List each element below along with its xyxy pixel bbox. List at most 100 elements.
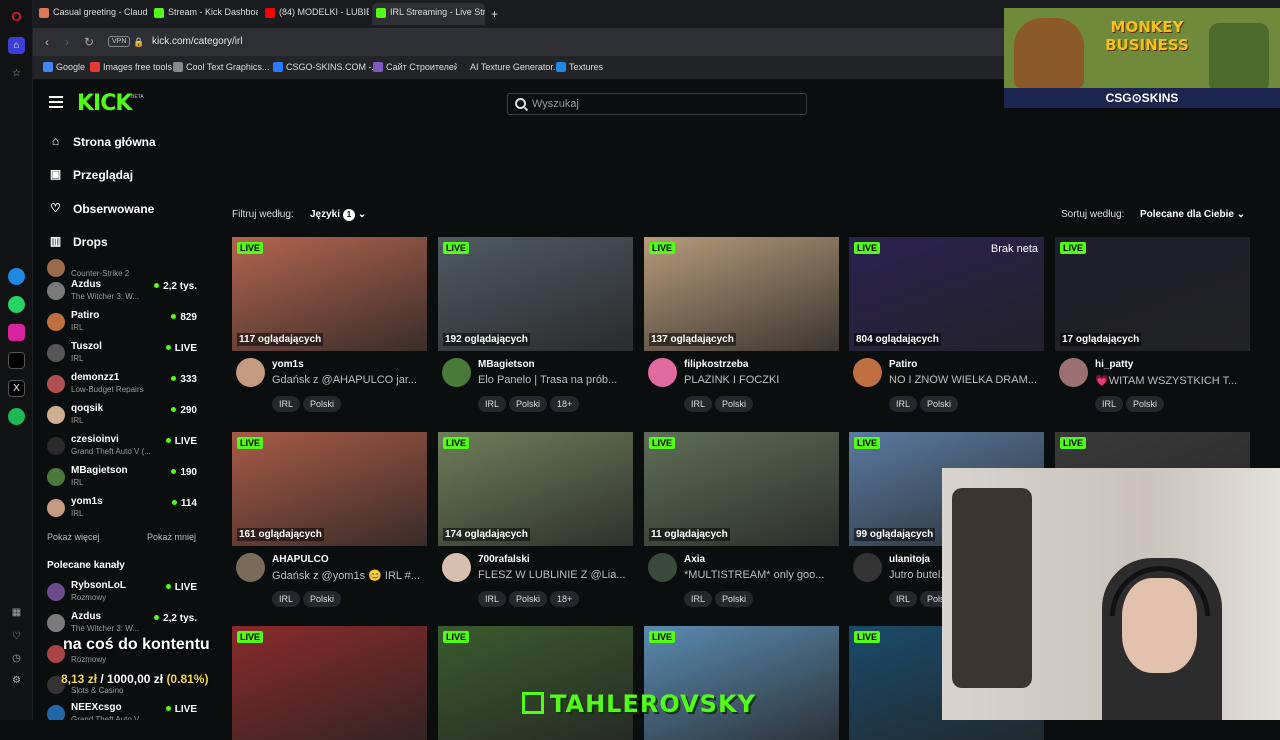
stream-thumbnail[interactable]: LIVE 174 oglądających bbox=[438, 432, 633, 546]
show-more-link[interactable]: Pokaż więcej bbox=[47, 532, 100, 542]
tab-irl-streaming[interactable]: IRL Streaming - Live Strea bbox=[372, 3, 485, 25]
stream-title[interactable]: 💗WITAM WSZYSTKICH T... bbox=[1095, 374, 1245, 387]
stream-card[interactable]: LIVE 11 oglądających Axia *MULTISTREAM* onl… bbox=[644, 432, 839, 612]
bookmark-textures[interactable]: Textures bbox=[556, 62, 603, 72]
bookmark-builders[interactable]: Сайт Строителей bbox=[373, 62, 459, 72]
search-input[interactable] bbox=[532, 96, 792, 112]
avatar[interactable] bbox=[236, 553, 265, 582]
channel-item[interactable]: yom1s IRL 114 bbox=[47, 496, 197, 524]
menu-icon[interactable] bbox=[49, 96, 63, 108]
nav-browse[interactable]: ▣ Przeglądaj bbox=[49, 165, 133, 185]
tag-chip[interactable]: Polski bbox=[1126, 396, 1165, 412]
kick-logo[interactable]: KICK bbox=[77, 91, 132, 116]
channel-name[interactable]: AHAPULCO bbox=[272, 554, 329, 565]
stream-title[interactable]: NO I ZNÓW WIELKA DRAM... bbox=[889, 374, 1039, 386]
channel-item[interactable]: RybsonLoL Rozmowy LIVE bbox=[47, 580, 197, 608]
vpn-badge[interactable]: VPN bbox=[108, 36, 131, 47]
search-box[interactable] bbox=[507, 93, 807, 115]
stream-thumbnail[interactable]: LIVE 137 oglądających bbox=[644, 237, 839, 351]
x-icon[interactable]: X bbox=[8, 380, 25, 397]
settings-icon[interactable]: ⚙ bbox=[8, 672, 25, 689]
nav-following[interactable]: ♡ Obserwowane bbox=[49, 199, 154, 219]
languages-filter-button[interactable]: Języki 1 ⌄ bbox=[310, 209, 366, 221]
bookmark-google[interactable]: Google bbox=[43, 62, 85, 72]
channel-item[interactable]: czesioinvi Grand Theft Auto V (... LIVE bbox=[47, 434, 197, 462]
tag-chip[interactable]: IRL bbox=[478, 396, 507, 412]
avatar[interactable] bbox=[442, 553, 471, 582]
tab-youtube[interactable]: (84) MODELKI - LUBIĘ CI bbox=[261, 3, 369, 25]
stream-thumbnail[interactable]: LIVE 161 oglądających bbox=[232, 432, 427, 546]
tag-chip[interactable]: Polski bbox=[920, 396, 959, 412]
sort-button[interactable]: Polecane dla Ciebie ⌄ bbox=[1140, 209, 1245, 220]
channel-item[interactable]: qoqsik IRL 290 bbox=[47, 403, 197, 431]
tab-claude[interactable]: Casual greeting - Claude bbox=[35, 3, 147, 25]
tag-chip[interactable]: Polski bbox=[715, 396, 754, 412]
lock-icon[interactable]: 🔒 bbox=[131, 34, 147, 50]
forward-icon[interactable]: › bbox=[59, 34, 75, 50]
stream-card[interactable]: LIVE bbox=[232, 626, 427, 740]
channel-name[interactable]: Axia bbox=[684, 554, 705, 565]
stream-title[interactable]: Elo Panelo | Trasa na prób... bbox=[478, 374, 628, 386]
instagram-icon[interactable] bbox=[8, 324, 25, 341]
channel-name[interactable]: 700rafalski bbox=[478, 554, 530, 565]
stream-thumbnail[interactable]: LIVE 804 oglądających Brak neta bbox=[849, 237, 1044, 351]
new-tab-button[interactable]: + bbox=[487, 3, 507, 25]
tag-chip[interactable]: IRL bbox=[1095, 396, 1124, 412]
channel-name[interactable]: yom1s bbox=[272, 359, 304, 370]
stream-thumbnail[interactable]: LIVE bbox=[644, 626, 839, 740]
avatar[interactable] bbox=[442, 358, 471, 387]
channel-item[interactable]: NEEXcsgo Grand Theft Auto V... LIVE bbox=[47, 702, 197, 720]
star-icon[interactable]: ☆ bbox=[8, 65, 25, 82]
channel-name[interactable]: Patiro bbox=[889, 359, 917, 370]
stream-card[interactable]: LIVE 804 oglądających Brak neta Patiro NO I … bbox=[849, 237, 1044, 417]
channel-name[interactable]: hi_patty bbox=[1095, 359, 1133, 370]
tag-chip[interactable]: Polski bbox=[509, 396, 548, 412]
stream-thumbnail[interactable]: LIVE 11 oglądających bbox=[644, 432, 839, 546]
bookmark-images-free-tools[interactable]: Images free tools bbox=[90, 62, 172, 72]
nav-home[interactable]: ⌂ Strona główna bbox=[49, 132, 156, 152]
avatar[interactable] bbox=[853, 553, 882, 582]
stream-thumbnail[interactable]: LIVE bbox=[232, 626, 427, 740]
stream-thumbnail[interactable]: LIVE 192 oglądających bbox=[438, 237, 633, 351]
channel-item[interactable]: Azdus The Witcher 3: W... 2,2 tys. bbox=[47, 611, 197, 639]
tag-chip[interactable]: 18+ bbox=[550, 591, 580, 607]
tag-chip[interactable]: 18+ bbox=[550, 396, 580, 412]
heart-icon[interactable]: ♡ bbox=[8, 628, 25, 645]
show-less-link[interactable]: Pokaż mniej bbox=[147, 532, 196, 542]
stream-card[interactable]: LIVE 192 oglądających MBagietson Elo Panelo… bbox=[438, 237, 633, 417]
home-icon[interactable]: ⌂ bbox=[8, 37, 25, 54]
spotify-icon[interactable] bbox=[8, 408, 25, 425]
stream-title[interactable]: FLESZ W LUBLINIE Z @Lia... bbox=[478, 569, 628, 581]
stream-card[interactable]: LIVE 17 oglądających hi_patty 💗WITAM WSZYST… bbox=[1055, 237, 1250, 417]
tag-chip[interactable]: IRL bbox=[478, 591, 507, 607]
reload-icon[interactable]: ↻ bbox=[81, 34, 97, 50]
opera-logo-icon[interactable]: O bbox=[8, 8, 25, 25]
stream-title[interactable]: PLAŻINK I FOCZKI bbox=[684, 374, 834, 386]
channel-item[interactable]: Patiro IRL 829 bbox=[47, 310, 197, 338]
stream-thumbnail[interactable]: LIVE 17 oglądających bbox=[1055, 237, 1250, 351]
channel-item[interactable]: MBagietson IRL 190 bbox=[47, 465, 197, 493]
tag-chip[interactable]: IRL bbox=[684, 396, 713, 412]
avatar[interactable] bbox=[648, 553, 677, 582]
avatar[interactable] bbox=[853, 358, 882, 387]
stream-title[interactable]: Gdańsk z @yom1s 😊 IRL #... bbox=[272, 569, 422, 582]
tag-chip[interactable]: Polski bbox=[303, 396, 342, 412]
tab-kick-dashboard[interactable]: Stream - Kick Dashboard bbox=[150, 3, 258, 25]
stream-thumbnail[interactable]: LIVE bbox=[438, 626, 633, 740]
channel-item[interactable]: demonzz1 Low-Budget Repairs 333 bbox=[47, 372, 197, 400]
messenger-icon[interactable] bbox=[8, 268, 25, 285]
stream-title[interactable]: *MULTISTREAM* only goo... bbox=[684, 569, 834, 581]
avatar[interactable] bbox=[1059, 358, 1088, 387]
channel-item[interactable]: Tuszol IRL LIVE bbox=[47, 341, 197, 369]
nav-drops[interactable]: ▥ Drops bbox=[49, 232, 108, 252]
stream-thumbnail[interactable]: LIVE 117 oglądających bbox=[232, 237, 427, 351]
channel-name[interactable]: ulanitoja bbox=[889, 554, 930, 565]
tag-chip[interactable]: Polski bbox=[303, 591, 342, 607]
tag-chip[interactable]: Polski bbox=[509, 591, 548, 607]
bookmark-ai-texture[interactable]: AI Texture Generator... bbox=[457, 62, 560, 72]
stream-title[interactable]: Gdańsk z @AHAPULCO jar... bbox=[272, 374, 422, 386]
channel-name[interactable]: MBagietson bbox=[478, 359, 535, 370]
stream-card[interactable]: LIVE 161 oglądających AHAPULCO Gdańsk z @yo… bbox=[232, 432, 427, 612]
history-icon[interactable]: ◷ bbox=[8, 650, 25, 667]
avatar[interactable] bbox=[648, 358, 677, 387]
